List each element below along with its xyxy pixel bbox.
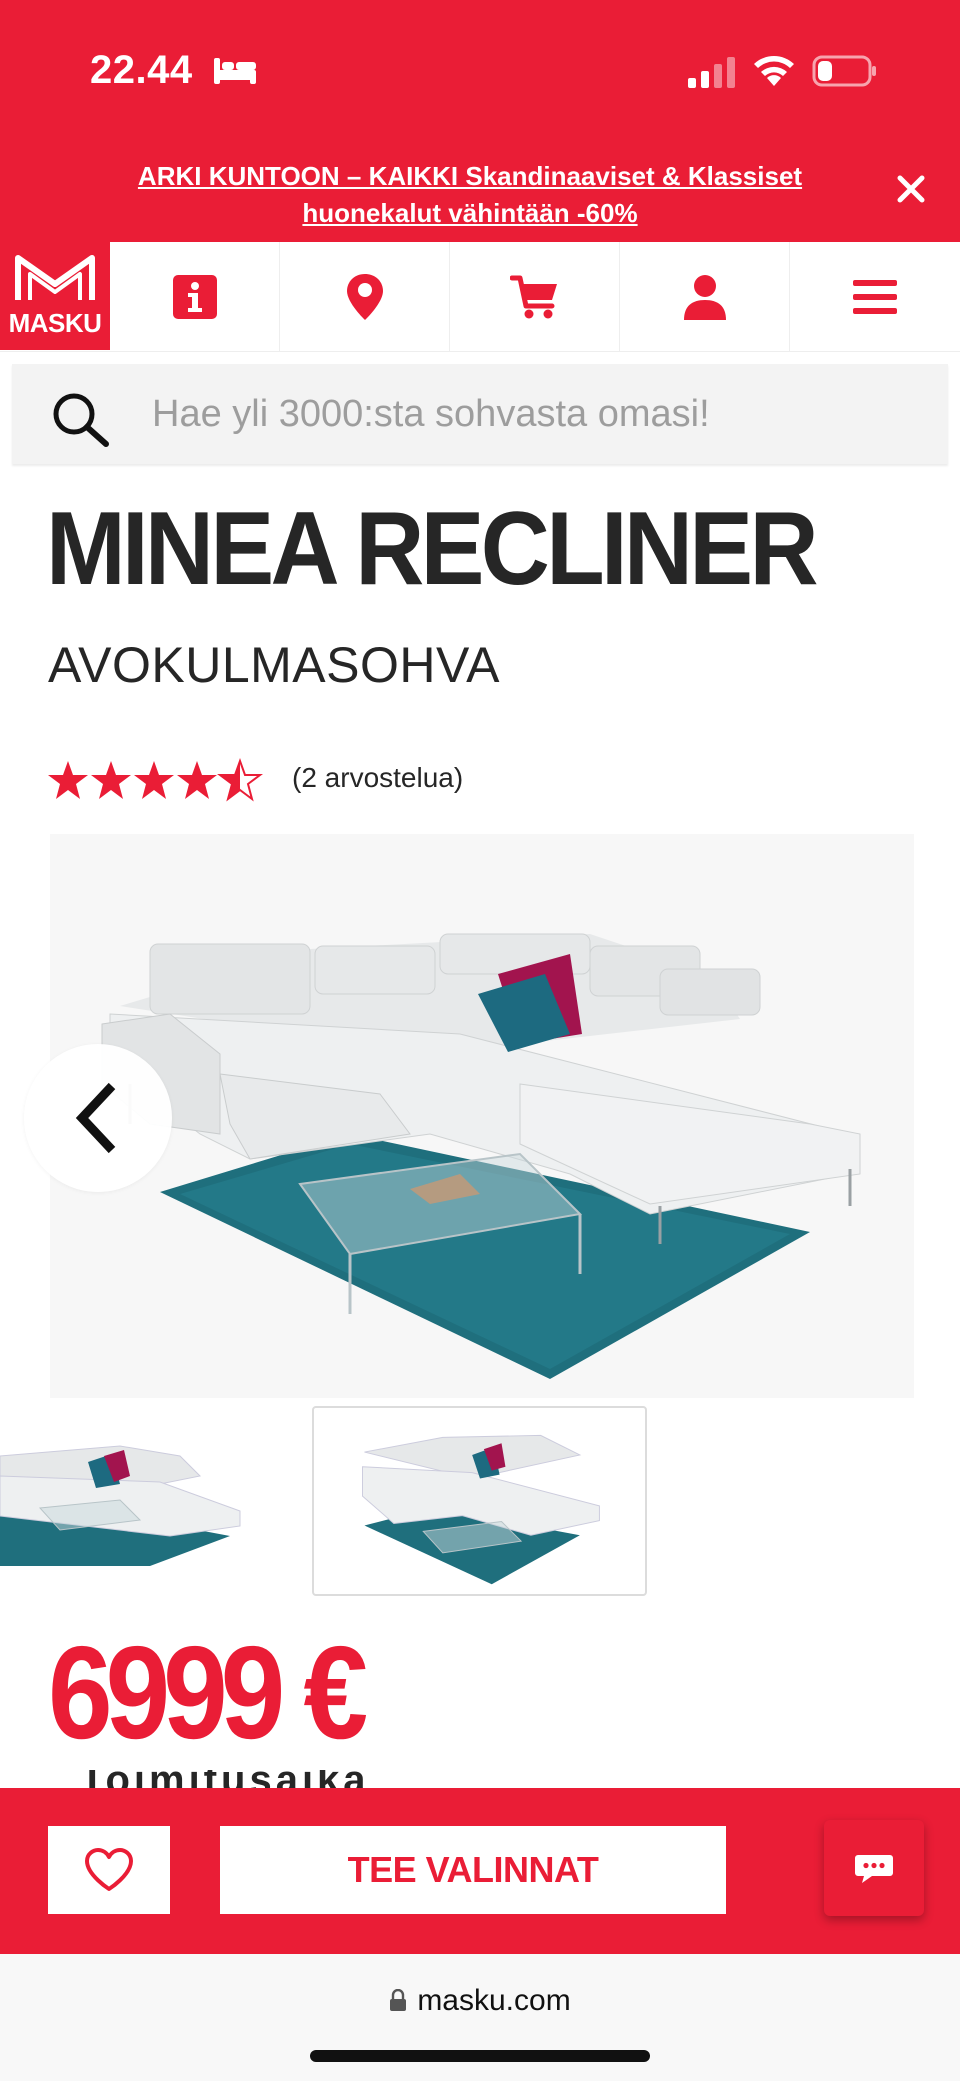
prev-image-button[interactable]: [24, 1044, 172, 1192]
chat-button[interactable]: [824, 1820, 924, 1916]
logo-text: MASKU: [8, 308, 102, 338]
thumbnail-2[interactable]: [312, 1406, 647, 1596]
nav-account-button[interactable]: [620, 242, 790, 352]
lock-icon: [390, 1989, 407, 2011]
close-icon[interactable]: [890, 168, 932, 210]
delivery-time-label: Toimitusaika: [80, 1770, 420, 1790]
signal-icon: [688, 57, 735, 88]
select-options-button[interactable]: TEE VALINNAT: [220, 1826, 726, 1914]
logo-mark-icon: [15, 255, 95, 300]
rating-count[interactable]: (2 arvostelua): [292, 762, 463, 794]
thumbnail-image: [0, 1416, 270, 1580]
chat-icon: [855, 1855, 893, 1883]
product-title: MINEA RECLINER: [46, 491, 819, 607]
star-icon: [91, 761, 131, 799]
star-icon: [48, 761, 88, 799]
url-display[interactable]: masku.com: [0, 1984, 960, 2018]
cart-icon: [509, 275, 557, 319]
location-pin-icon: [346, 274, 383, 320]
nav-cart-button[interactable]: [450, 242, 620, 352]
sofa-image: [50, 834, 914, 1398]
nav-info-button[interactable]: [110, 242, 280, 352]
nav-bar: MASKU: [0, 242, 960, 352]
menu-icon: [853, 280, 897, 314]
product-subtitle: AVOKULMASOHVA: [48, 637, 500, 693]
half-star-icon: [219, 760, 261, 800]
delivery-time-text: Toimitusaika: [80, 1770, 420, 1790]
promo-link[interactable]: ARKI KUNTOON – KAIKKI Skandinaaviset & K…: [110, 158, 830, 232]
search-bar: [12, 364, 948, 464]
search-input[interactable]: [152, 384, 912, 444]
star-icon: [177, 761, 217, 799]
star-icon: [134, 761, 174, 799]
bed-icon: [214, 58, 256, 84]
action-bar: TEE VALINNAT: [0, 1788, 960, 1954]
rating-stars[interactable]: [48, 756, 268, 802]
promo-banner: ARKI KUNTOON – KAIKKI Skandinaaviset & K…: [0, 140, 960, 242]
search-icon[interactable]: [50, 390, 112, 448]
info-icon: [172, 275, 217, 319]
thumbnail-image: [315, 1408, 644, 1594]
heart-icon: [85, 1848, 133, 1891]
wifi-icon: [754, 56, 794, 86]
thumbnail-1[interactable]: [0, 1416, 270, 1580]
user-icon: [683, 275, 726, 320]
masku-logo[interactable]: MASKU: [0, 242, 110, 350]
product-image[interactable]: [50, 834, 914, 1398]
chevron-left-icon: [75, 1082, 116, 1154]
url-text: masku.com: [417, 1984, 571, 2017]
wishlist-button[interactable]: [48, 1826, 170, 1914]
status-time: 22.44: [90, 48, 193, 92]
product-price: 6999 €: [48, 1619, 368, 1766]
nav-menu-button[interactable]: [790, 242, 960, 352]
status-bar: 22.44: [0, 0, 960, 140]
battery-icon: [812, 55, 876, 87]
nav-stores-button[interactable]: [280, 242, 450, 352]
home-indicator[interactable]: [310, 2050, 650, 2062]
